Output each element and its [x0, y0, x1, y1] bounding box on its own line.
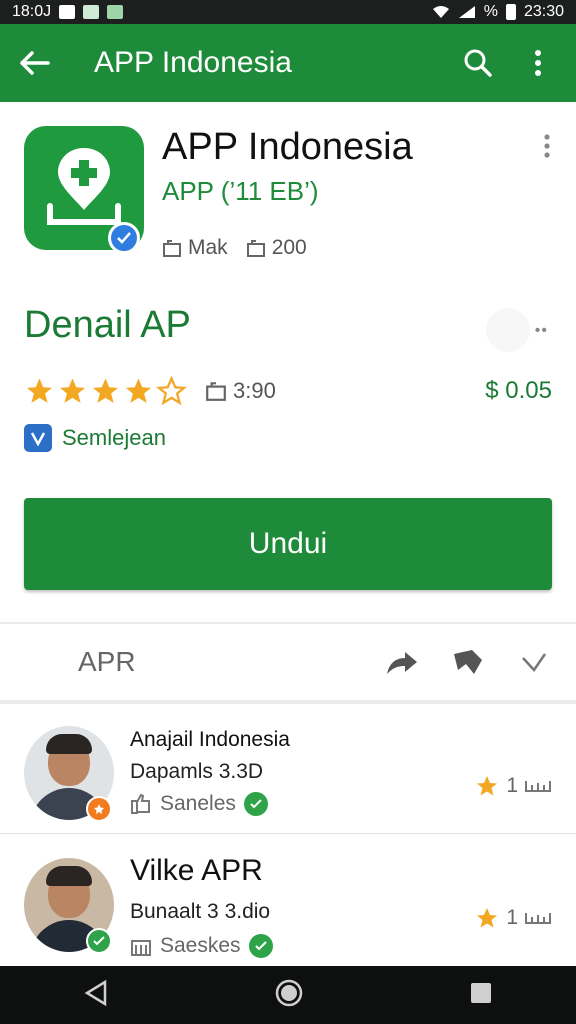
- share-arrow-icon: [387, 652, 417, 674]
- app-notification-icon: [107, 5, 124, 19]
- back-arrow-icon: [20, 51, 50, 75]
- review-score-label: 1: [506, 774, 518, 797]
- search-icon: [464, 49, 492, 77]
- bag-icon: [206, 382, 226, 401]
- circle-home-icon: [275, 979, 303, 1006]
- app-details-card: APP Indonesia APP (’11 EB’) Mak 200 Dena…: [0, 102, 576, 622]
- ruler-icon: [525, 913, 551, 924]
- verified-check-icon: [243, 792, 268, 816]
- verified-check-icon: [248, 934, 273, 958]
- nav-recents-button[interactable]: [469, 981, 493, 1010]
- review-item[interactable]: Anajail Indonesia Dapamls 3.3D Saneles 1: [0, 704, 576, 834]
- rating-row: 3:90 $ 0.05: [24, 376, 552, 406]
- star-outline-icon: [156, 376, 187, 406]
- star-filled-icon: [126, 378, 151, 403]
- developer-logo-icon: [24, 424, 52, 452]
- meta-item: Mak: [162, 236, 228, 260]
- rating-stars: [24, 376, 187, 406]
- bag-icon: [163, 240, 181, 257]
- wifi-icon: [432, 6, 449, 18]
- star-filled-icon: [27, 378, 52, 403]
- star-icon: [477, 776, 498, 796]
- notification-icon: [59, 5, 76, 19]
- review-item[interactable]: Vilke APR Bunaalt 3 3.dio Saeskes 1: [0, 836, 576, 966]
- review-footer-label: Saneles: [160, 792, 236, 815]
- star-filled-icon: [93, 378, 118, 403]
- chevron-down-icon: [522, 653, 547, 673]
- status-bar: 18:0J % 23:30: [0, 0, 576, 24]
- status-time-right: 23:30: [523, 3, 564, 20]
- review-footer-label: Saeskes: [160, 934, 241, 957]
- more-vert-icon: [544, 134, 550, 158]
- share-button[interactable]: [384, 644, 420, 680]
- search-button[interactable]: [458, 43, 498, 83]
- bookmark-button[interactable]: [450, 644, 486, 680]
- overflow-menu-button[interactable]: [518, 43, 558, 83]
- card-more-button[interactable]: [544, 134, 550, 163]
- avatar-badge: [86, 928, 112, 954]
- meta-label-2: 200: [271, 236, 307, 259]
- developer-row[interactable]: Semlejean: [24, 424, 166, 452]
- meta-label-1: Mak: [188, 236, 228, 259]
- bag-icon: [246, 240, 265, 257]
- section-label: APR: [78, 646, 136, 677]
- ruler-icon: [525, 781, 551, 792]
- star-icon: [477, 908, 498, 928]
- triangle-back-icon: [84, 979, 106, 1006]
- meta-item: 200: [246, 236, 307, 260]
- system-nav-bar: [0, 966, 576, 1024]
- heading-menu-circle[interactable]: [486, 308, 530, 352]
- signal-icon: [458, 6, 475, 18]
- review-score: 1: [474, 906, 552, 930]
- check-icon: [93, 936, 105, 946]
- app-bar-title: APP Indonesia: [94, 46, 292, 79]
- status-time-left: 18:0J: [12, 3, 52, 20]
- rating-count-label: 3:90: [233, 378, 276, 403]
- square-recents-icon: [471, 982, 492, 1003]
- review-score-label: 1: [506, 906, 518, 929]
- battery-label: %: [483, 3, 498, 20]
- reviews-card: Anajail Indonesia Dapamls 3.3D Saneles 1…: [0, 704, 576, 966]
- heading-more-dots: ••: [534, 322, 548, 339]
- app-meta: Mak 200: [162, 236, 307, 260]
- bookmark-icon: [454, 650, 482, 674]
- review-footer: Saneles: [130, 792, 268, 816]
- avatar-badge: [86, 796, 112, 822]
- reviewer-name: Anajail Indonesia: [130, 728, 290, 751]
- review-score: 1: [474, 774, 552, 798]
- review-date: Bunaalt 3 3.dio: [130, 900, 271, 923]
- back-button[interactable]: [18, 43, 58, 83]
- app-title: APP Indonesia: [162, 126, 413, 168]
- nav-home-button[interactable]: [274, 978, 304, 1013]
- nav-back-button[interactable]: [83, 979, 109, 1012]
- price-label: $ 0.05: [485, 377, 552, 404]
- section-heading: Denail AP: [24, 304, 191, 346]
- building-icon: [131, 940, 151, 956]
- reviewer-name: Vilke APR: [130, 854, 263, 887]
- shield-icon: [83, 5, 100, 19]
- install-button[interactable]: Undui: [24, 498, 552, 590]
- more-vert-icon: [535, 50, 541, 76]
- developer-name: Semlejean: [62, 425, 166, 450]
- star-small-icon: [94, 804, 104, 814]
- review-footer: Saeskes: [130, 934, 273, 958]
- expand-button[interactable]: [516, 644, 552, 680]
- app-subtitle: APP (’11 EB’): [162, 176, 319, 206]
- rating-count: 3:90: [205, 378, 276, 404]
- thumbs-up-icon: [131, 793, 150, 814]
- battery-icon: [505, 4, 516, 20]
- app-bar: APP Indonesia: [0, 24, 576, 102]
- actions-card: APR: [0, 624, 576, 700]
- check-icon: [117, 232, 131, 244]
- star-filled-icon: [60, 378, 85, 403]
- review-date: Dapamls 3.3D: [130, 760, 264, 783]
- verified-badge: [108, 222, 140, 254]
